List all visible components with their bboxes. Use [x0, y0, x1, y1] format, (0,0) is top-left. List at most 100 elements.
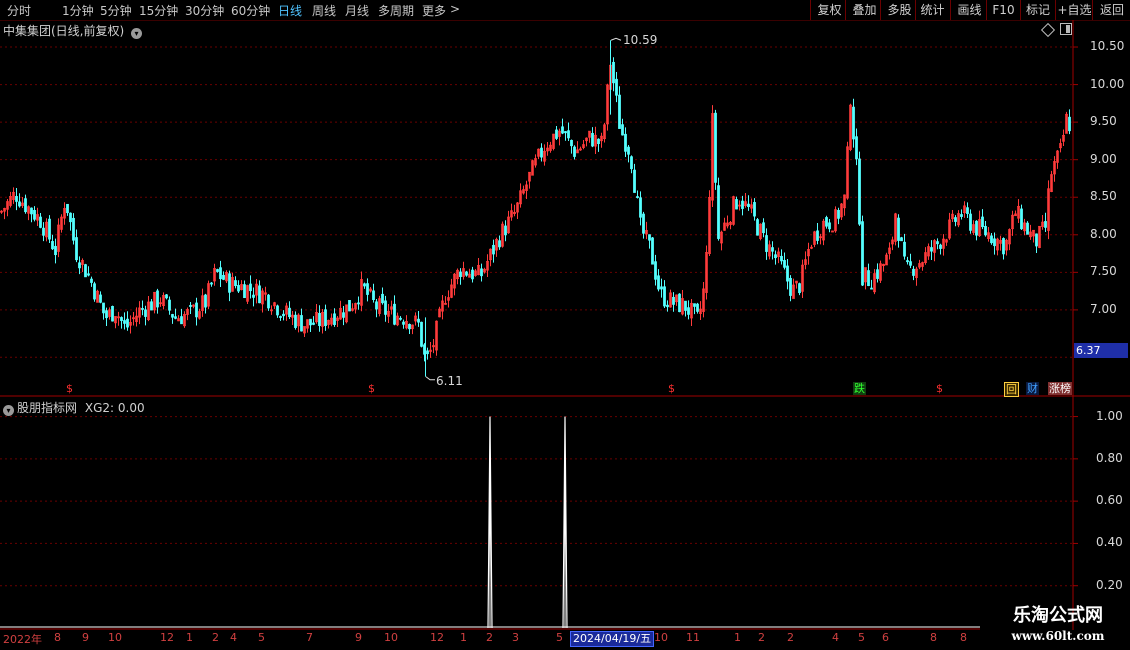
candle-body	[459, 271, 462, 277]
price-axis-label: 8.50	[1090, 189, 1117, 204]
candle-body	[123, 320, 126, 324]
indicator-axis-label: 0.60	[1096, 493, 1123, 508]
candle-body	[663, 286, 666, 307]
candle-body	[249, 283, 252, 292]
candle-body	[105, 310, 108, 319]
candle-body	[540, 147, 543, 158]
candle-body	[573, 146, 576, 157]
candle-body	[348, 300, 351, 312]
candle-body	[480, 268, 483, 277]
signal-marker[interactable]: $	[367, 382, 376, 395]
candle-body	[168, 299, 171, 311]
high-label-arrow	[610, 37, 622, 41]
candle-body	[33, 210, 36, 220]
candle-body	[858, 158, 861, 225]
candle-body	[693, 303, 696, 307]
candle-body	[897, 217, 900, 241]
watermark: 乐淘公式网 www.60lt.com	[986, 604, 1130, 650]
indicator-axis-label: 1.00	[1096, 408, 1123, 423]
candle-body	[735, 199, 738, 210]
candle-body	[72, 217, 75, 241]
candle-body	[1044, 221, 1047, 228]
candle-body	[237, 285, 240, 292]
indicator-axis-label: 0.20	[1096, 577, 1123, 592]
signal-marker[interactable]: $	[935, 382, 944, 395]
candle-body	[363, 283, 366, 287]
main-chart[interactable]	[0, 0, 1130, 630]
date-cursor-label: 2024/04/19/五	[570, 631, 655, 647]
candle-body	[87, 273, 90, 276]
candle-body	[171, 314, 174, 318]
candle-body	[420, 321, 423, 347]
panel-toggle-icon[interactable]	[1060, 23, 1072, 35]
date-label: 5	[858, 631, 865, 644]
candle-body	[357, 302, 360, 305]
candle-body	[717, 185, 720, 239]
date-label: 10	[384, 631, 398, 644]
title-dropdown-icon[interactable]: ▾	[131, 28, 143, 39]
candle-body	[141, 308, 144, 310]
indicator-name: 股朋指标网	[17, 401, 78, 415]
candle-body	[912, 268, 915, 276]
current-price-label: 6.37	[1074, 343, 1128, 358]
candle-body	[654, 261, 657, 280]
review-marker[interactable]: 回	[1004, 382, 1019, 397]
candle-body	[765, 235, 768, 252]
date-label: 2022年	[3, 633, 42, 646]
candle-body	[84, 264, 87, 278]
indicator-series-value: 0.00	[117, 401, 145, 415]
candle-body	[324, 309, 327, 326]
candle-body	[51, 241, 54, 250]
candle-body	[936, 241, 939, 245]
candle-body	[294, 314, 297, 328]
fall-marker[interactable]: 跌	[853, 382, 866, 395]
signal-marker[interactable]: $	[65, 382, 74, 395]
candle-body	[222, 274, 225, 280]
candle-body	[267, 294, 270, 309]
candle-body	[279, 316, 282, 318]
candle-body	[504, 225, 507, 236]
candle-body	[876, 269, 879, 279]
date-label: 5	[556, 631, 563, 644]
candle-body	[900, 237, 903, 242]
candle-body	[648, 234, 651, 241]
chart-title: 中集集团(日线,前复权) ▾	[3, 22, 143, 39]
indicator-series-label: XG2:	[84, 401, 115, 415]
candle-body	[828, 222, 831, 230]
limit-up-list-marker[interactable]: 涨榜	[1048, 382, 1072, 395]
candle-body	[696, 303, 699, 312]
candle-body	[624, 133, 627, 152]
candle-body	[678, 293, 681, 313]
candle-body	[966, 207, 969, 214]
candle-body	[195, 302, 198, 318]
candle-body	[24, 198, 27, 213]
candle-body	[288, 307, 291, 318]
indicator-dropdown-icon[interactable]: ▾	[3, 405, 14, 416]
candle-body	[984, 225, 987, 236]
candle-body	[18, 201, 21, 207]
finance-marker[interactable]: 财	[1026, 382, 1039, 395]
candle-body	[417, 318, 420, 323]
candle-body	[465, 271, 468, 276]
candle-body	[684, 300, 687, 311]
candlesticks	[0, 40, 1071, 377]
candle-body	[342, 312, 345, 318]
candle-body	[789, 277, 792, 296]
date-label: 10	[108, 631, 122, 644]
chart-title-text: 中集集团(日线,前复权)	[3, 24, 125, 38]
date-label: 4	[832, 631, 839, 644]
date-label: 3	[512, 631, 519, 644]
candle-body	[636, 196, 639, 198]
candle-body	[651, 237, 654, 265]
candle-body	[1002, 238, 1005, 255]
candle-body	[990, 235, 993, 244]
candle-body	[300, 315, 303, 332]
candle-body	[333, 313, 336, 325]
candle-body	[102, 302, 105, 314]
candle-body	[312, 322, 315, 325]
candle-body	[753, 202, 756, 217]
candle-body	[318, 312, 321, 326]
candle-body	[564, 131, 567, 134]
candle-body	[42, 227, 45, 236]
signal-marker[interactable]: $	[667, 382, 676, 395]
